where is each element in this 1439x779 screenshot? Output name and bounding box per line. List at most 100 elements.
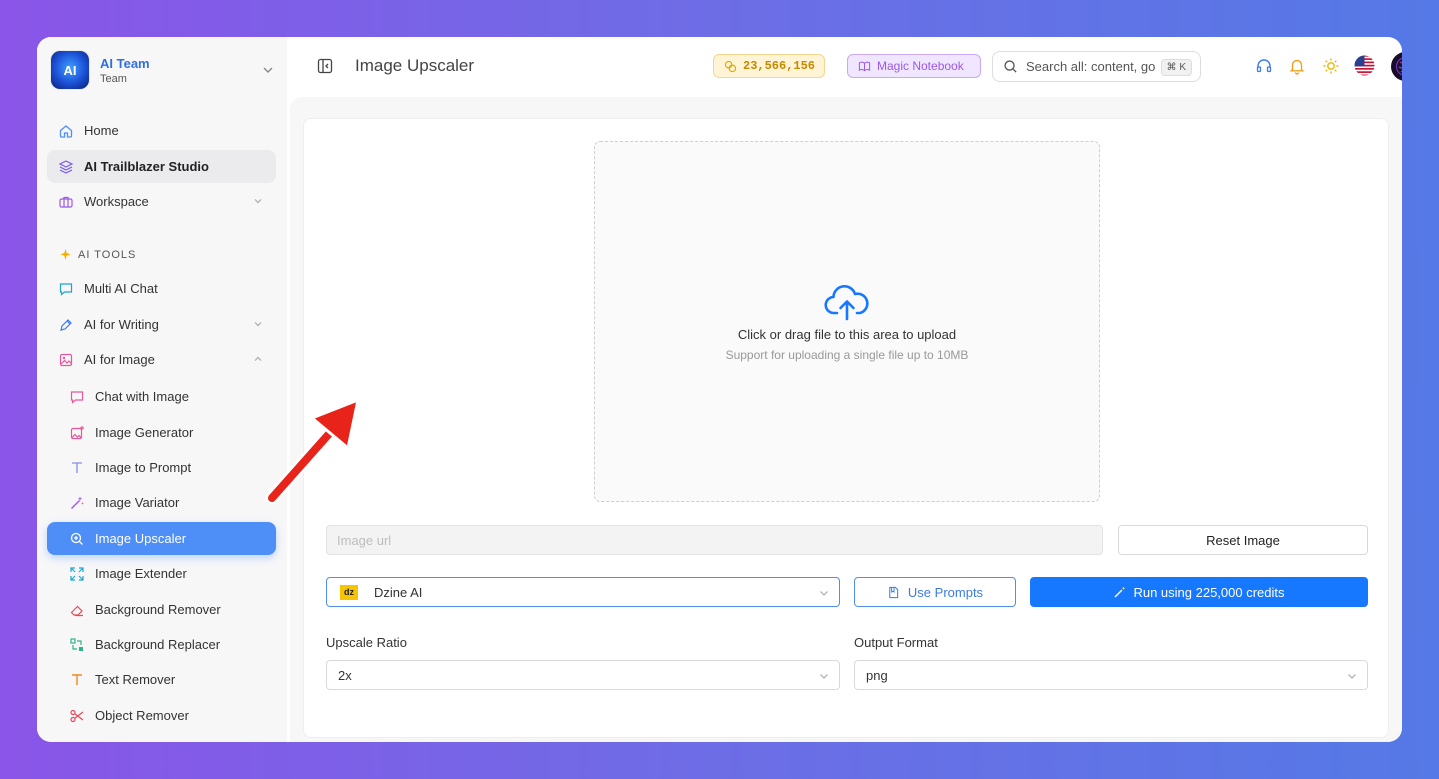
sidebar-item-label: AI for Image <box>84 352 155 367</box>
sidebar-item-image-to-prompt[interactable]: Image to Prompt <box>47 451 276 484</box>
sidebar-item-background-replacer[interactable]: Background Replacer <box>47 628 276 661</box>
main-content: Click or drag file to this area to uploa… <box>290 97 1402 742</box>
team-logo: AI <box>51 51 89 89</box>
sparkle-icon <box>60 248 71 261</box>
chevron-down-icon <box>820 591 828 596</box>
image-url-input[interactable] <box>326 525 1103 555</box>
reset-image-button[interactable]: Reset Image <box>1118 525 1368 555</box>
sidebar-item-label: Image Generator <box>95 425 194 440</box>
chevron-down-icon <box>1348 674 1356 679</box>
sidebar-item-label: Background Remover <box>95 602 221 617</box>
sidebar-item-workspace[interactable]: Workspace <box>47 185 276 218</box>
chevron-down-icon <box>254 199 262 204</box>
sidebar-toggle-icon[interactable] <box>317 58 333 74</box>
app-window: AI AI Team Team Home AI Trailblazer Stud… <box>37 37 1402 742</box>
sidebar-item-label: Image Variator <box>95 495 180 510</box>
run-button-label: Run using 225,000 credits <box>1133 584 1285 600</box>
image-plus-icon <box>70 425 84 439</box>
image-icon <box>59 353 73 366</box>
search-input[interactable] <box>1026 59 1156 74</box>
text-t-icon <box>72 461 82 473</box>
sidebar-item-image-upscaler[interactable]: Image Upscaler <box>47 522 276 555</box>
search-shortcut: ⌘ K <box>1160 59 1192 76</box>
team-switcher[interactable]: AI AI Team Team <box>51 51 273 91</box>
upload-title: Click or drag file to this area to uploa… <box>737 327 957 342</box>
upload-hint: Support for uploading a single file up t… <box>725 348 969 362</box>
sidebar-item-label: Text Remover <box>95 672 176 687</box>
sidebar-item-label: Background Replacer <box>95 637 221 652</box>
sun-icon[interactable] <box>1322 57 1340 75</box>
use-prompts-button[interactable]: Use Prompts <box>854 577 1016 607</box>
sidebar-item-chat-with-image[interactable]: Chat with Image <box>47 380 276 413</box>
sidebar-item-label: Image Upscaler <box>95 531 187 546</box>
chat-icon <box>59 282 73 296</box>
sidebar-item-ai-trailblazer-studio[interactable]: AI Trailblazer Studio <box>47 150 276 183</box>
headset-icon[interactable] <box>1255 57 1273 75</box>
sidebar-item-label: AI Trailblazer Studio <box>84 159 209 174</box>
use-prompts-label: Use Prompts <box>907 584 984 600</box>
text-t-icon <box>72 673 82 685</box>
sidebar: AI AI Team Team Home AI Trailblazer Stud… <box>37 37 287 742</box>
upload-dropzone[interactable]: Click or drag file to this area to uploa… <box>594 141 1100 502</box>
avatar[interactable] <box>1391 52 1402 81</box>
top-bar: Image Upscaler 23,566,156 Magic Notebook… <box>287 37 1402 97</box>
bell-icon[interactable] <box>1288 57 1306 75</box>
zoom-in-icon <box>70 532 83 545</box>
sidebar-item-label: Multi AI Chat <box>84 281 158 296</box>
upscale-ratio-value: 2x <box>338 667 352 683</box>
magic-notebook-label: Magic Notebook <box>877 59 964 73</box>
dzine-logo: dz <box>340 584 358 600</box>
credits-badge[interactable]: 23,566,156 <box>713 54 825 78</box>
chevron-down-icon <box>254 322 262 327</box>
expand-icon <box>70 566 84 581</box>
team-name: AI Team <box>100 56 150 71</box>
sidebar-item-image-extender[interactable]: Image Extender <box>47 557 276 590</box>
scissors-icon <box>70 709 84 722</box>
team-subtitle: Team <box>100 73 127 85</box>
sidebar-item-label: AI for Writing <box>84 317 159 332</box>
magic-wand-icon <box>71 496 84 509</box>
sidebar-item-label: Workspace <box>84 194 149 209</box>
avatar-image <box>1396 57 1402 76</box>
chevron-up-icon <box>254 356 262 361</box>
replace-icon <box>70 637 83 651</box>
sidebar-item-image-generator[interactable]: Image Generator <box>47 416 276 449</box>
sidebar-item-text-remover[interactable]: Text Remover <box>47 663 276 696</box>
output-format-label: Output Format <box>854 635 938 650</box>
model-select-value: Dzine AI <box>374 584 423 600</box>
global-search[interactable]: ⌘ K <box>992 51 1201 82</box>
sidebar-item-multi-ai-chat[interactable]: Multi AI Chat <box>47 272 276 305</box>
document-icon <box>889 586 899 598</box>
sidebar-item-image-variator[interactable]: Image Variator <box>47 486 276 519</box>
run-button[interactable]: Run using 225,000 credits <box>1030 577 1368 607</box>
output-format-value: png <box>866 667 888 683</box>
sidebar-item-label: Image to Prompt <box>95 460 192 475</box>
magic-notebook-button[interactable]: Magic Notebook <box>847 54 981 78</box>
sidebar-item-background-remover[interactable]: Background Remover <box>47 593 276 626</box>
search-icon <box>1004 60 1017 73</box>
section-label-ai-tools: AI TOOLS <box>59 248 136 261</box>
upscaler-panel: Click or drag file to this area to uploa… <box>303 118 1389 738</box>
credits-value: 23,566,156 <box>743 59 816 73</box>
sidebar-item-label: Chat with Image <box>95 389 189 404</box>
magic-wand-icon <box>1114 586 1126 598</box>
sidebar-item-ai-for-writing[interactable]: AI for Writing <box>47 308 276 341</box>
briefcase-icon <box>59 196 73 208</box>
sidebar-item-ai-for-image[interactable]: AI for Image <box>47 343 276 376</box>
book-open-icon <box>858 61 871 71</box>
cloud-upload-icon <box>824 285 869 321</box>
us-flag-icon[interactable] <box>1354 55 1375 76</box>
sidebar-item-home[interactable]: Home <box>47 114 276 147</box>
layers-icon <box>58 159 74 174</box>
pen-icon <box>60 318 72 331</box>
home-icon <box>59 124 73 138</box>
section-label-text: AI TOOLS <box>78 248 137 261</box>
output-format-select[interactable]: png <box>854 660 1368 690</box>
upscale-ratio-select[interactable]: 2x <box>326 660 840 690</box>
sidebar-item-label: Home <box>84 123 119 138</box>
chevron-down-icon <box>820 674 828 679</box>
chat-bubble-icon <box>70 390 84 404</box>
sidebar-item-label: Object Remover <box>95 708 189 723</box>
sidebar-item-object-remover[interactable]: Object Remover <box>47 699 276 732</box>
model-select[interactable]: dz Dzine AI <box>326 577 840 607</box>
